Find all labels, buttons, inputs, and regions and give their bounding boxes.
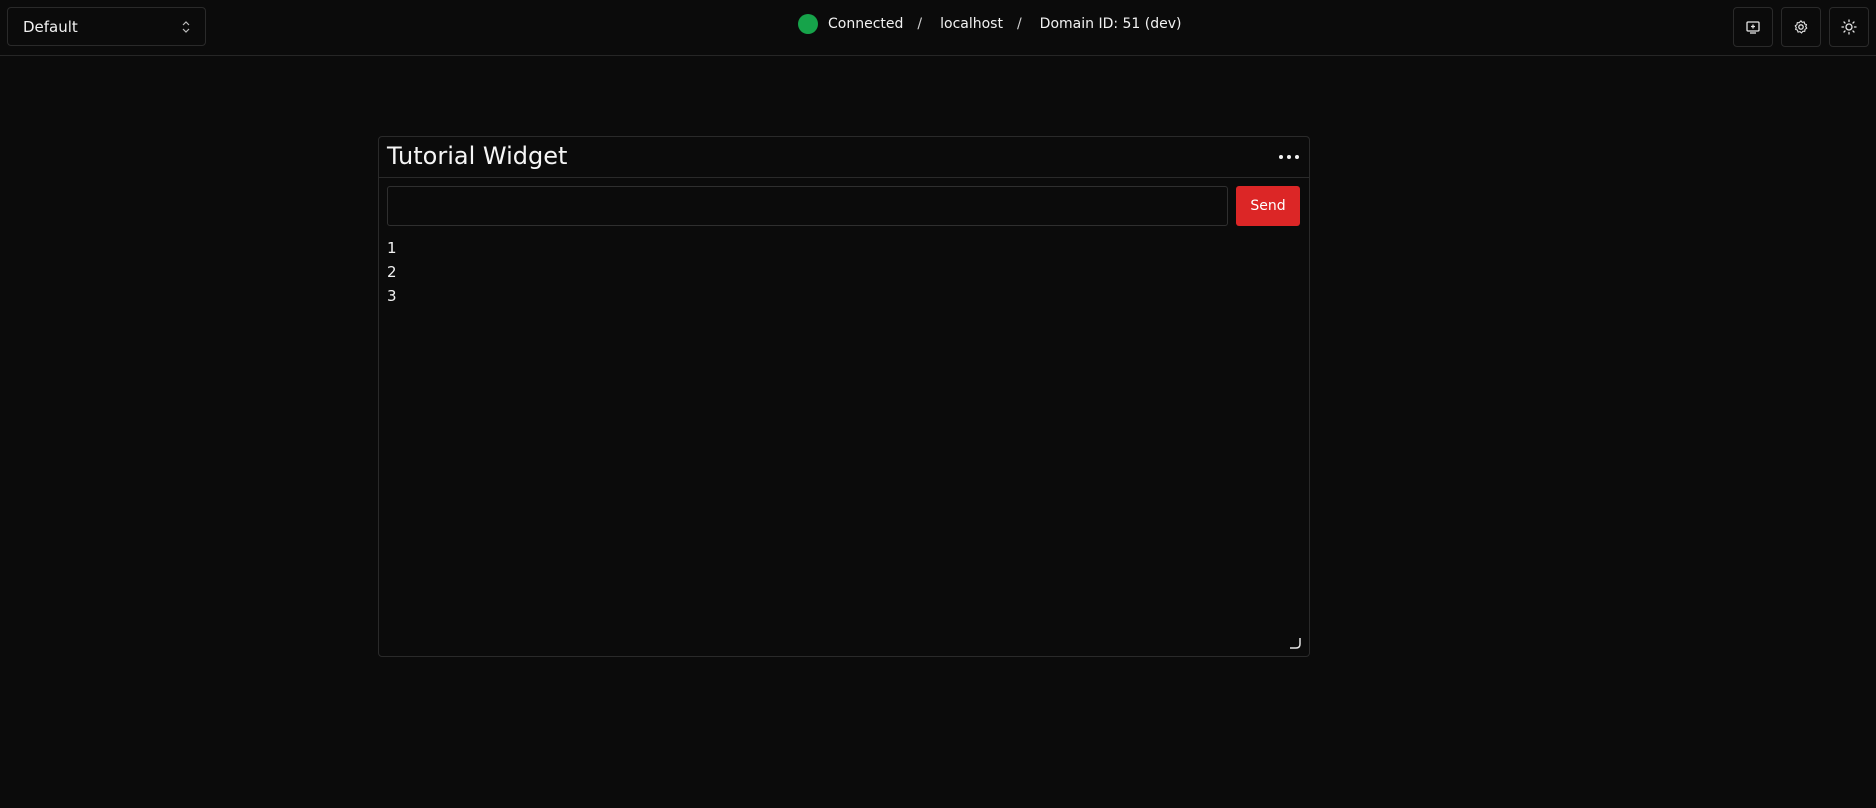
tutorial-widget: Tutorial Widget Send 1 2 3: [378, 136, 1310, 657]
widget-body: Send 1 2 3: [379, 178, 1309, 316]
status-indicator-icon: [798, 14, 818, 34]
connection-status: Connected / localhost / Domain ID: 51 (d…: [798, 12, 1182, 36]
breadcrumb-separator: /: [917, 16, 923, 32]
chevron-up-down-icon: [181, 20, 191, 34]
resize-handle-icon[interactable]: [1288, 635, 1302, 649]
widget-menu-button[interactable]: [1277, 147, 1301, 167]
message-input-row: Send: [387, 186, 1301, 226]
add-widget-icon: [1746, 21, 1760, 34]
host-text: localhost: [940, 16, 1003, 32]
message-input[interactable]: [387, 186, 1228, 226]
more-horizontal-icon: [1279, 155, 1299, 159]
layout-select[interactable]: Default: [7, 7, 206, 46]
add-widget-button[interactable]: [1733, 7, 1773, 47]
message-list: 1 2 3: [387, 236, 1301, 308]
send-button[interactable]: Send: [1236, 186, 1300, 226]
list-item: 1: [387, 239, 397, 257]
gear-icon: [1794, 20, 1808, 34]
list-item: 3: [387, 287, 397, 305]
layout-select-value: Default: [23, 17, 78, 36]
domain-text: Domain ID: 51 (dev): [1039, 16, 1182, 32]
settings-button[interactable]: [1781, 7, 1821, 47]
theme-toggle-button[interactable]: [1829, 7, 1869, 47]
breadcrumb-separator: /: [1016, 16, 1022, 32]
widget-title: Tutorial Widget: [387, 142, 568, 170]
list-item: 2: [387, 263, 397, 281]
status-text: Connected: [828, 16, 904, 32]
sun-icon: [1841, 19, 1857, 35]
widget-header[interactable]: Tutorial Widget: [379, 137, 1309, 178]
top-bar: Default Connected / localhost / Domain I…: [0, 0, 1876, 56]
